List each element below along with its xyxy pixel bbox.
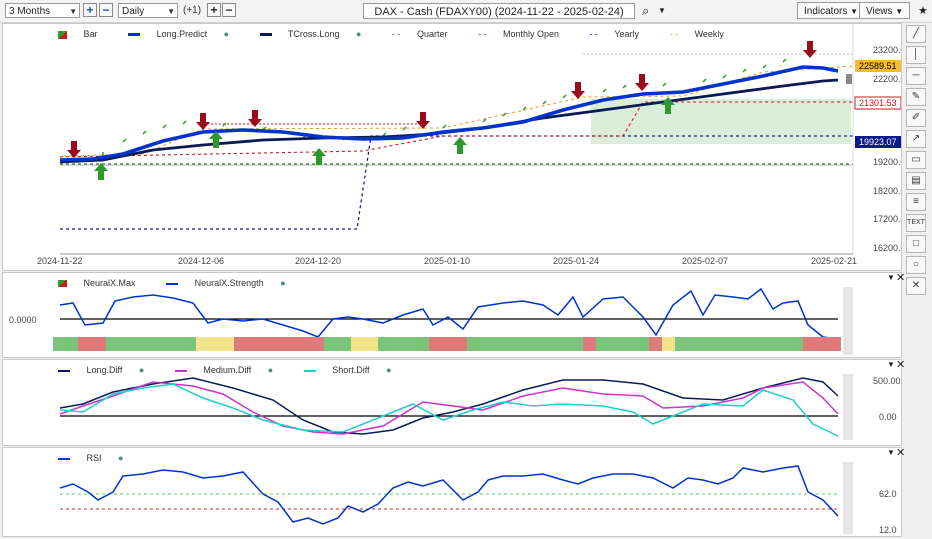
delete-icon[interactable]: ✕ [906,277,926,295]
circle-icon[interactable]: ○ [906,256,926,274]
pencil-icon[interactable]: ╱ [906,25,926,43]
interval-select[interactable]: Daily ▼ [118,3,178,18]
price-tick: 18200.00 [873,186,901,196]
price-chart[interactable]: 23200.00 22200.00 19200.00 18200.00 1720… [3,24,901,270]
offset-minus-button[interactable]: − [222,3,236,17]
neuralx-strength-line [59,287,839,340]
views-button-label: Views [866,6,893,17]
square-icon[interactable]: □ [906,235,926,253]
date-tick: 2025-01-10 [424,256,470,266]
symbol-title[interactable]: DAX - Cash (FDAXY00) (2024-11-22 - 2025-… [363,3,635,19]
rsi-chart[interactable]: 62.0 12.0 [3,448,901,536]
chevron-down-icon: ▼ [895,7,904,16]
interval-select-value: Daily [122,6,145,17]
date-tick: 2024-12-20 [295,256,341,266]
price-tick: 19200.00 [873,157,901,167]
rsi-panel: RSI ● ▼ ✕ 62.0 12.0 [2,447,905,537]
date-tick: 2025-02-07 [682,256,728,266]
neuralx-chart[interactable]: 0.0000 [3,273,901,357]
date-tick: 2024-12-06 [178,256,224,266]
views-button[interactable]: Views ▼ [859,2,911,19]
neuralx-max-bars [53,337,841,351]
quarter-price-tag-text: 19923.07 [859,137,897,147]
rsi-tick: 62.0 [879,489,897,499]
neuralx-zero-label: 0.0000 [9,315,37,325]
short-diff-line [59,383,839,437]
zoom-out-button[interactable]: − [99,3,113,17]
yearly-line [60,135,853,230]
vertical-line-icon[interactable]: │ [906,46,926,64]
offset-plus-button-label: + [210,3,218,17]
brush-icon[interactable]: ✐ [906,109,926,127]
date-tick: 2025-01-24 [553,256,599,266]
chevron-down-icon: ▼ [167,7,175,16]
fibonacci-icon[interactable]: ≡ [906,193,926,211]
offset-minus-button-label: − [225,3,233,17]
date-tick: 2024-11-22 [37,256,82,266]
star-icon[interactable]: ★ [918,4,928,17]
weekly-price-tag-text: 22589.51 [859,61,897,71]
rsi-axis-strip [843,462,853,534]
horizontal-line-icon[interactable]: ─ [906,67,926,85]
arrow-icon[interactable]: ↗ [906,130,926,148]
neuralx-panel: NeuralX.Max NeuralX.Strength ● ▼ ✕ 0.000… [2,272,905,358]
zoom-out-button-label: − [102,3,110,17]
price-panel: Bar Long.Predict ● TCross.Long ● - - Qua… [2,23,902,271]
chevron-down-icon: ▼ [69,7,77,16]
diff-axis-strip [843,374,853,440]
rsi-line [59,465,839,525]
price-tick: 17200.00 [873,214,901,224]
search-icon[interactable]: ⌕ [642,3,649,19]
date-tick: 2025-02-21 [811,256,857,266]
callout-icon[interactable]: ▭ [906,151,926,169]
chevron-down-icon: ▼ [850,7,859,16]
rsi-tick: 12.0 [879,525,897,535]
toolbar: 3 Months ▼ + − Daily ▼ (+1) + − DAX - Cash… [0,0,932,23]
diff-chart[interactable]: 500.00 0.00 [3,360,901,445]
pen-icon[interactable]: ✎ [906,88,926,106]
neuralx-axis-strip [843,287,853,355]
rectangle-text-icon[interactable]: ▤ [906,172,926,190]
diff-tick: 0.00 [879,412,897,422]
price-tick: 16200.00 [873,243,901,253]
text-icon[interactable]: TEXT [906,214,926,232]
zoom-in-button-label: + [86,3,94,17]
period-select-value: 3 Months [9,6,51,17]
indicators-button-label: Indicators [804,6,848,17]
period-select[interactable]: 3 Months ▼ [5,3,80,18]
drawing-toolbar: ╱ │ ─ ✎ ✐ ↗ ▭ ▤ ≡ TEXT □ ○ ✕ [905,23,929,303]
chevron-down-icon[interactable]: ▼ [658,6,666,15]
offset-plus-button[interactable]: + [207,3,221,17]
indicators-button[interactable]: Indicators ▼ [797,2,866,19]
zoom-in-button[interactable]: + [83,3,97,17]
medium-diff-line [59,381,839,435]
diff-tick: 500.00 [873,376,901,386]
monthly-price-tag-text: 21301.53 [859,98,897,108]
scroll-handle[interactable] [846,74,852,84]
offset-label: (+1) [183,5,202,16]
price-tick: 22200.00 [873,74,901,84]
price-tick: 23200.00 [873,45,901,55]
diff-panel: Long.Diff ● Medium.Diff ● Short.Diff ● ▼… [2,359,905,446]
